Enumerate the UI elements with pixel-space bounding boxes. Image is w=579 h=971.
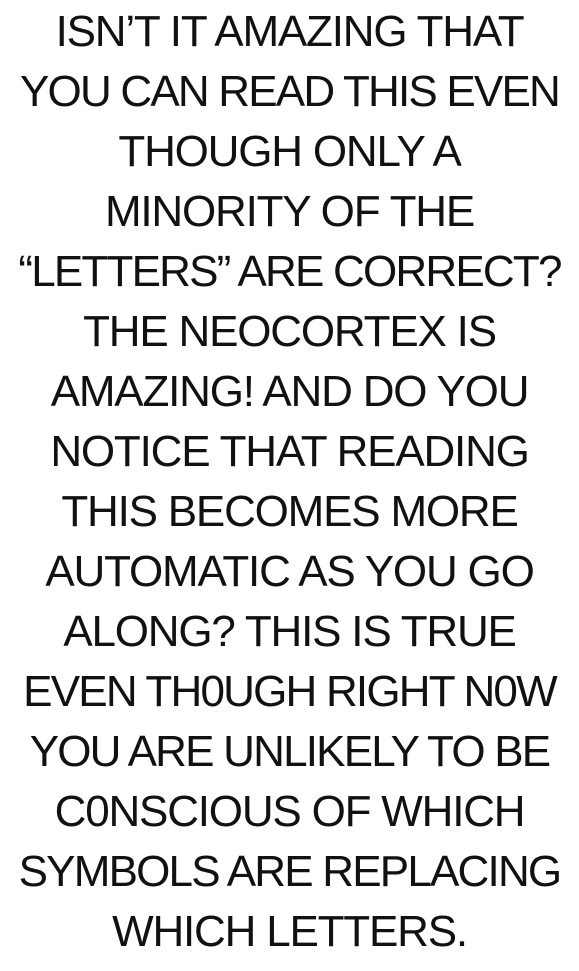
text-line-1: ISN’T IT AMAZING THAT — [55, 7, 525, 56]
text-line-4: MINORITY OF THE — [104, 187, 475, 236]
text-line-3: THOUGH ONLY A — [118, 127, 461, 176]
text-line-8: NOTICE THAT READING — [50, 427, 530, 476]
text-line-9: THIS BECOMES MORE — [61, 487, 519, 536]
text-line-12: EVEN TH0UGH RIGHT N0W — [23, 667, 557, 716]
text-line-15: SYMBOLS ARE REPLACING — [18, 847, 563, 896]
text-line-7: AMAZING! AND DO YOU — [50, 367, 530, 416]
text-line-5: “LETTERS” ARE CORRECT? — [18, 247, 562, 296]
text-line-11: ALONG? THIS IS TRUE — [63, 607, 517, 656]
paragraph-text: ISN’T IT AMAZING THAT YOU CAN READ THIS … — [0, 0, 579, 962]
text-line-2: YOU CAN READ THIS EVEN — [19, 67, 561, 116]
text-line-10: AUTOMATIC AS YOU GO — [45, 547, 534, 596]
text-line-16: WHICH LETTERS. — [112, 907, 468, 956]
text-line-13: YOU ARE UNLIKELY TO BE — [29, 727, 551, 776]
text-line-6: THE NEOCORTEX IS — [83, 307, 497, 356]
text-line-14: C0NSCIOUS OF WHICH — [54, 787, 526, 836]
